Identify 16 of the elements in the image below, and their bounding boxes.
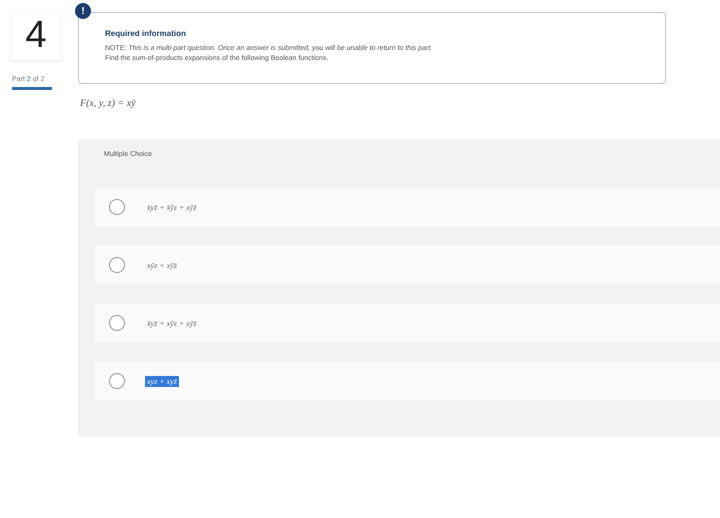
radio-button[interactable] xyxy=(109,257,125,273)
radio-button[interactable] xyxy=(109,373,125,389)
choice-text: xȳz + xȳz̄ xyxy=(146,260,178,270)
choice-row[interactable]: xȳz + xȳz̄ xyxy=(95,246,720,284)
choice-text: x̄yz̄ + x̄ȳz + xȳz̄ xyxy=(146,202,198,212)
radio-button[interactable] xyxy=(109,199,125,215)
radio-button[interactable] xyxy=(109,315,125,331)
choice-row[interactable]: x̄yz̄ + x̄ȳz + xȳz̄ xyxy=(95,188,720,226)
info-badge: ! xyxy=(75,3,91,19)
info-title: Required information xyxy=(105,29,187,38)
question-number: 4 xyxy=(12,10,60,60)
choice-row[interactable]: xyz + xyz̄ xyxy=(95,362,720,400)
choice-row[interactable]: x̄yz̄ + xȳz + xȳz̄ xyxy=(95,304,720,342)
choice-text: x̄yz̄ + xȳz + xȳz̄ xyxy=(146,318,198,328)
function-formula: F(x, y, z) = xȳ xyxy=(80,98,137,109)
choice-text: xyz + xyz̄ xyxy=(145,376,179,386)
